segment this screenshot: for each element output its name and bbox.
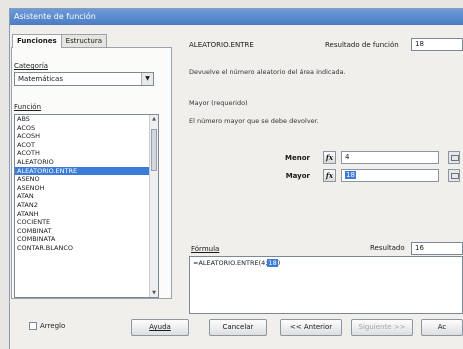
- list-item[interactable]: ABS: [15, 115, 158, 124]
- scroll-thumb[interactable]: [151, 129, 157, 171]
- tab-functions[interactable]: Funciones: [12, 34, 62, 48]
- list-item[interactable]: ACOS: [15, 124, 158, 133]
- list-scrollbar[interactable]: ▲ ▼: [149, 115, 158, 297]
- arg-min-input[interactable]: 4: [341, 151, 439, 164]
- param-description: El número mayor que se debe devolver.: [189, 117, 319, 125]
- scroll-up-icon[interactable]: ▲: [150, 115, 158, 123]
- shrink-icon[interactable]: [448, 151, 460, 164]
- list-item[interactable]: CONTAR.BLANCO: [15, 244, 158, 253]
- scroll-down-icon[interactable]: ▼: [150, 289, 158, 297]
- function-list-items: ABS ACOS ACOSH ACOT ACOTH ALEATORIO ALEATORIO.…: [15, 115, 158, 253]
- chevron-down-icon[interactable]: ▼: [141, 73, 153, 85]
- ok-button[interactable]: Ac: [421, 319, 463, 336]
- list-item[interactable]: ACOT: [15, 141, 158, 150]
- function-name: ALEATORIO.ENTRE: [189, 41, 254, 49]
- result-label: Resultado: [370, 244, 405, 252]
- result-value: 16: [411, 242, 463, 255]
- list-item[interactable]: ASENOH: [15, 184, 158, 193]
- list-item[interactable]: COMBINATA: [15, 235, 158, 244]
- function-result-value: 18: [411, 38, 463, 51]
- array-checkbox[interactable]: [29, 322, 37, 330]
- list-item[interactable]: ATAN: [15, 192, 158, 201]
- arg-max-label: Mayor: [285, 172, 310, 180]
- next-button: Siguiente >>: [351, 319, 413, 336]
- category-select[interactable]: Matemáticas ▼: [14, 72, 154, 86]
- formula-editor[interactable]: =ALEATORIO.ENTRE(4;18): [189, 256, 463, 314]
- function-description: Devuelve el número aleatorio del área in…: [189, 68, 346, 76]
- list-item[interactable]: COCIENTE: [15, 218, 158, 227]
- category-label: Categoría: [14, 62, 49, 70]
- param-title: Mayor (requerido): [189, 99, 248, 107]
- tab-structure[interactable]: Estructura: [60, 34, 107, 47]
- category-value: Matemáticas: [18, 75, 63, 83]
- list-item[interactable]: ATAN2: [15, 201, 158, 210]
- list-item[interactable]: COMBINAT: [15, 227, 158, 236]
- cancel-button[interactable]: Cancelar: [209, 319, 267, 336]
- list-item[interactable]: ALEATORIO.ENTRE: [15, 166, 158, 176]
- tab-bar: Funciones Estructura: [12, 34, 107, 48]
- shrink-icon[interactable]: [448, 169, 460, 182]
- arg-max-input[interactable]: 18: [341, 169, 439, 182]
- list-item[interactable]: ALEATORIO: [15, 158, 158, 167]
- fx-icon[interactable]: fx: [323, 151, 336, 164]
- function-result-label: Resultado de función: [325, 41, 399, 49]
- list-item[interactable]: ACOSH: [15, 132, 158, 141]
- list-item[interactable]: ATANH: [15, 210, 158, 219]
- window-title: Asistente de función: [10, 9, 463, 25]
- list-item[interactable]: ACOTH: [15, 149, 158, 158]
- function-list[interactable]: ABS ACOS ACOSH ACOT ACOTH ALEATORIO ALEATORIO.…: [14, 114, 159, 298]
- fx-icon[interactable]: fx: [323, 169, 336, 182]
- list-item[interactable]: ASENO: [15, 175, 158, 184]
- array-label: Arreglo: [40, 322, 66, 330]
- function-list-label: Función: [14, 103, 42, 111]
- back-button[interactable]: << Anterior: [280, 319, 342, 336]
- formula-label: Fórmula: [191, 245, 220, 253]
- help-button[interactable]: Ayuda: [131, 319, 189, 336]
- arg-min-label: Menor: [285, 154, 310, 162]
